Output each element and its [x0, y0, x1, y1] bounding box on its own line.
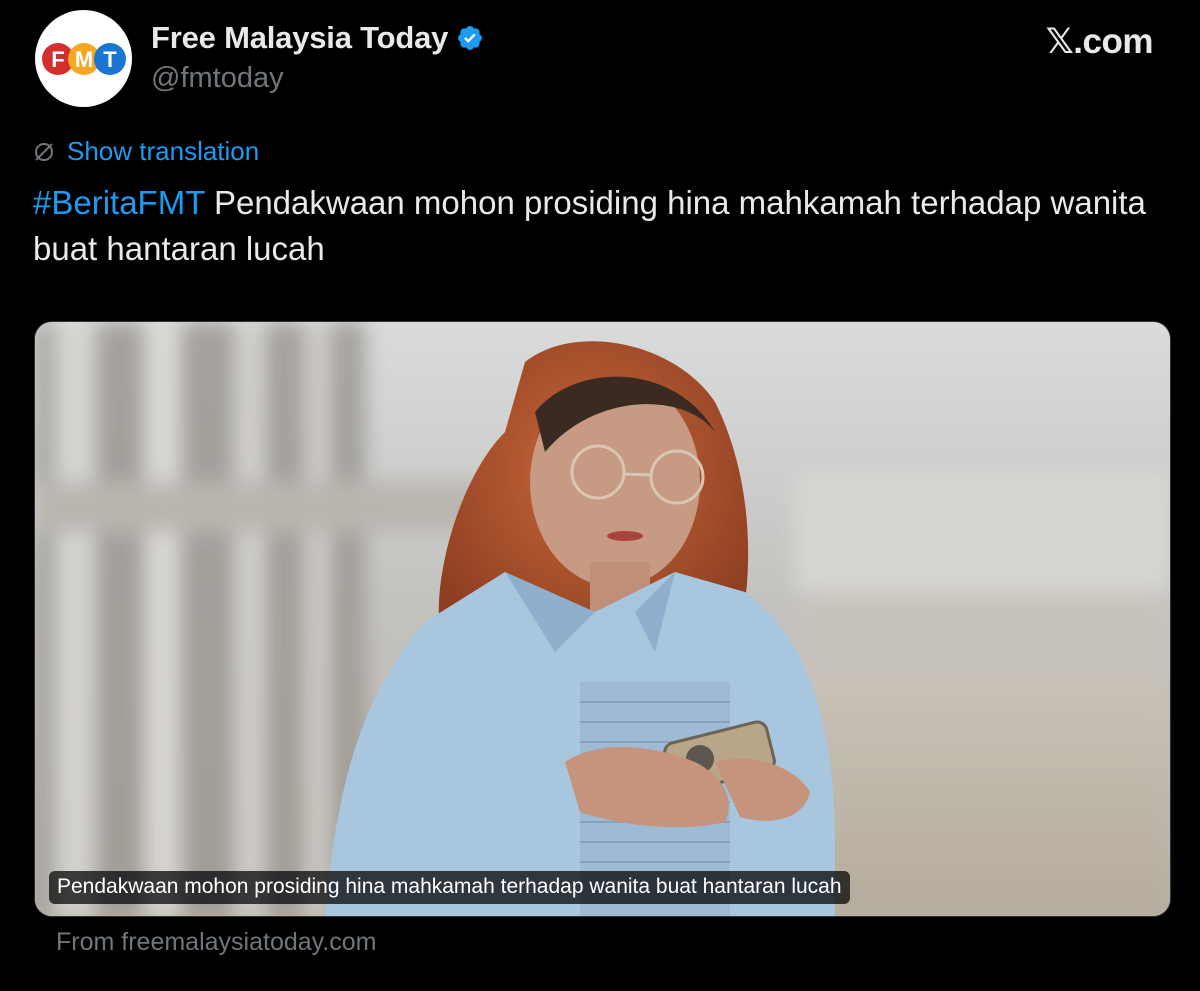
fmt-logo-icon: F M T — [41, 42, 126, 75]
x-brand-label: 𝕏.com — [1045, 22, 1154, 61]
article-photo — [35, 322, 1170, 916]
show-translation-button[interactable]: Show translation — [33, 136, 259, 167]
show-translation-label[interactable]: Show translation — [67, 136, 259, 167]
account-handle[interactable]: @fmtoday — [151, 62, 284, 95]
hashtag-link[interactable]: #BeritaFMT — [33, 184, 205, 221]
media-caption: Pendakwaan mohon prosiding hina mahkamah… — [49, 871, 850, 904]
avatar-letter-m: M — [74, 47, 92, 72]
tweet-text: #BeritaFMT Pendakwaan mohon prosiding hi… — [33, 180, 1163, 272]
avatar-letter-f: F — [51, 47, 64, 72]
link-card-image[interactable]: Pendakwaan mohon prosiding hina mahkamah… — [34, 321, 1171, 917]
avatar-letter-t: T — [103, 47, 117, 72]
display-name[interactable]: Free Malaysia Today — [151, 20, 448, 56]
link-source-label[interactable]: From freemalaysiatoday.com — [56, 928, 376, 957]
translate-globe-icon — [33, 141, 55, 163]
verified-badge-icon — [456, 24, 484, 52]
avatar[interactable]: F M T — [35, 10, 132, 107]
display-name-row[interactable]: Free Malaysia Today — [151, 20, 484, 56]
